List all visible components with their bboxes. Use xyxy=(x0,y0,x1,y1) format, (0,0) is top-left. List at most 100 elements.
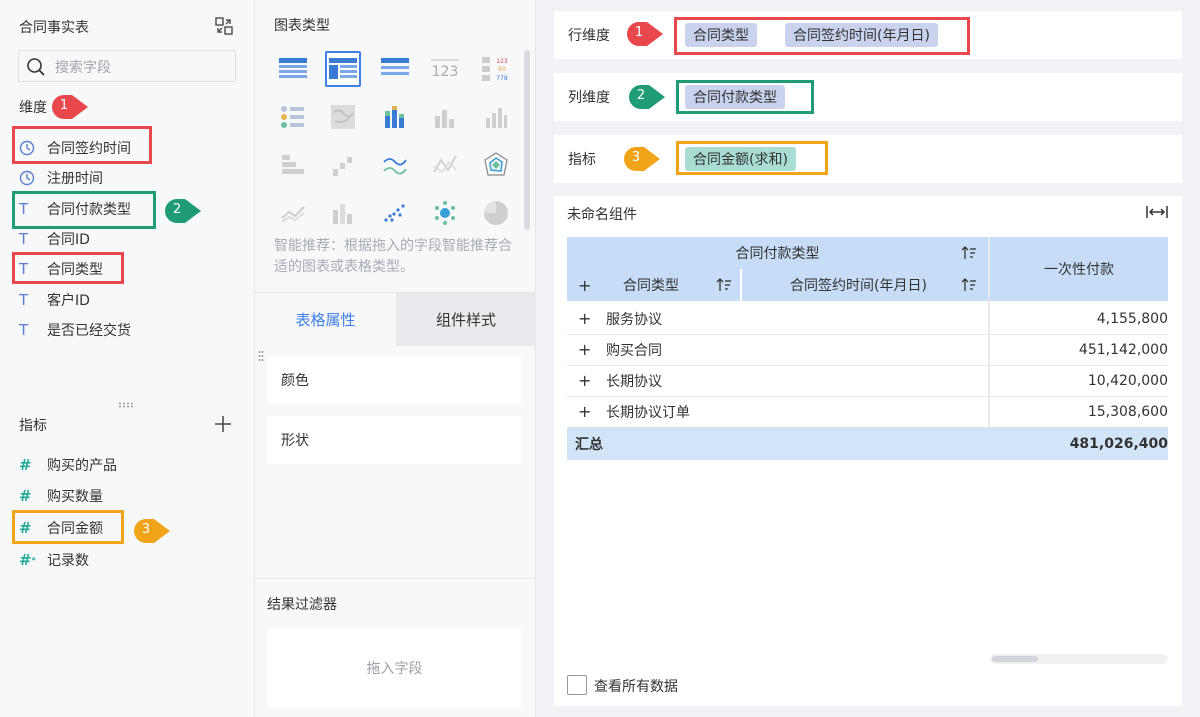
chart-type-title: 图表类型 xyxy=(274,18,330,34)
header-row-sign-date[interactable]: 合同签约时间(年月日) xyxy=(742,269,988,301)
expand-plus-icon[interactable]: + xyxy=(578,371,591,390)
callout-marker: 2 xyxy=(164,198,201,224)
callout-marker: 1 xyxy=(626,21,663,47)
field-label: 记录数 xyxy=(47,553,89,569)
expand-plus-icon[interactable]: + xyxy=(578,309,591,328)
highlight-box xyxy=(676,80,814,114)
highlight-box xyxy=(12,191,156,229)
hash-icon: # xyxy=(19,487,32,505)
clock-icon xyxy=(19,170,39,186)
sort-icon[interactable] xyxy=(961,277,977,293)
hash-star-icon: # * xyxy=(19,551,36,569)
field-label: 合同ID xyxy=(47,232,90,248)
shape-property[interactable]: 形状 xyxy=(267,416,522,464)
field-panel: 合同事实表 搜索字段 维度 合同签约时间 注册时间 T 合同付款类型 T 合同I… xyxy=(0,0,255,717)
header-value-one-time-payment[interactable]: 一次性付款 xyxy=(990,237,1168,301)
chart-type-detail-table-icon[interactable] xyxy=(275,51,311,87)
smart-recommend-tip: 智能推荐：根据拖入的字段智能推荐合适的图表或表格类型。 xyxy=(274,238,512,275)
sort-icon[interactable] xyxy=(716,277,732,293)
text-type-icon: T xyxy=(19,230,29,248)
chart-type-column-alt-icon[interactable] xyxy=(478,99,514,135)
dataset-title: 合同事实表 xyxy=(19,20,89,36)
panel-resize-grip-icon[interactable] xyxy=(118,402,136,408)
chart-type-stacked-bar-icon[interactable] xyxy=(377,99,413,135)
chart-type-polyline-icon[interactable] xyxy=(427,147,463,183)
widget-title: 未命名组件 xyxy=(567,207,637,223)
callout-marker: 1 xyxy=(51,94,88,120)
chart-type-bubble-icon[interactable] xyxy=(427,195,463,231)
chart-type-heat-table-icon[interactable] xyxy=(275,147,311,183)
sort-icon[interactable] xyxy=(961,245,977,261)
property-tabs: 表格属性 组件样式 xyxy=(255,292,536,346)
table-horizontal-scrollbar[interactable] xyxy=(990,654,1168,664)
field-item-customer-id[interactable]: T 客户ID xyxy=(19,288,90,312)
highlight-box xyxy=(12,126,152,164)
tab-component-style[interactable]: 组件样式 xyxy=(396,293,536,346)
result-filter-title: 结果过滤器 xyxy=(267,597,337,613)
callout-marker: 3 xyxy=(623,146,660,172)
callout-marker: 3 xyxy=(133,518,170,544)
expand-plus-icon[interactable]: + xyxy=(578,276,591,295)
field-item-purchased-product[interactable]: # 购买的产品 xyxy=(19,453,117,477)
highlight-box xyxy=(674,17,970,55)
measure-section-label: 指标 xyxy=(19,418,47,434)
highlight-box xyxy=(676,141,828,175)
cross-table: 合同付款类型 一次性付款 + 合同类型 合同签约时间(年月日) + 服务协议 4… xyxy=(567,237,1168,460)
field-label: 购买的产品 xyxy=(47,458,117,474)
expand-plus-icon[interactable]: + xyxy=(578,340,591,359)
field-label: 注册时间 xyxy=(47,171,103,187)
color-property[interactable]: 颜色 xyxy=(267,356,522,404)
field-label: 是否已经交货 xyxy=(47,323,131,339)
view-all-data-checkbox[interactable] xyxy=(567,675,587,695)
search-icon xyxy=(27,58,45,76)
text-type-icon: T xyxy=(19,291,29,309)
table-row[interactable]: + 长期协议订单 15,308,600 xyxy=(567,396,1168,427)
chart-type-cross-table-icon[interactable] xyxy=(325,51,361,87)
scrollbar-thumb[interactable] xyxy=(992,656,1038,662)
view-all-data-label: 查看所有数据 xyxy=(594,679,678,695)
chart-type-pie-icon[interactable] xyxy=(478,195,514,231)
search-field-input[interactable]: 搜索字段 xyxy=(18,50,236,82)
chart-type-kpi-icon[interactable]: 123 xyxy=(427,51,463,87)
column-dimension-label: 列维度 xyxy=(568,90,610,106)
chart-type-scatter-icon[interactable] xyxy=(377,195,413,231)
chart-type-group-table-icon[interactable] xyxy=(377,51,413,87)
filter-drop-zone[interactable]: 拖入字段 xyxy=(267,628,522,708)
field-item-delivered[interactable]: T 是否已经交货 xyxy=(19,318,131,342)
chart-type-area-icon[interactable] xyxy=(275,195,311,231)
tab-table-properties[interactable]: 表格属性 xyxy=(255,293,396,346)
switch-dataset-icon[interactable] xyxy=(214,16,234,36)
chart-type-column-icon[interactable] xyxy=(427,99,463,135)
measure-shelf-label: 指标 xyxy=(568,152,596,168)
header-row-contract-type[interactable]: + 合同类型 xyxy=(567,269,740,301)
chart-type-waterfall-icon[interactable] xyxy=(325,147,361,183)
callout-marker: 2 xyxy=(628,84,665,110)
field-label: 客户ID xyxy=(47,293,90,309)
field-item-register-time[interactable]: 注册时间 xyxy=(19,166,103,190)
dimension-section-label: 维度 xyxy=(19,100,47,116)
highlight-box xyxy=(12,252,124,284)
chart-type-color-table-icon[interactable]: 123 60 778 xyxy=(478,51,514,87)
resize-grip-icon[interactable] xyxy=(258,350,264,364)
field-item-record-count[interactable]: # * 记录数 xyxy=(19,548,89,572)
field-item-purchase-quantity[interactable]: # 购买数量 xyxy=(19,484,103,508)
chart-type-combo-icon[interactable] xyxy=(325,195,361,231)
header-col-dimension[interactable]: 合同付款类型 xyxy=(567,237,988,269)
table-row[interactable]: + 服务协议 4,155,800 xyxy=(567,303,1168,334)
total-row: 汇总 481,026,400 xyxy=(567,427,1168,460)
chart-type-line-icon[interactable] xyxy=(377,147,413,183)
field-label: 购买数量 xyxy=(47,489,103,505)
add-measure-icon[interactable] xyxy=(214,415,232,433)
expand-plus-icon[interactable]: + xyxy=(578,402,591,421)
chart-type-list-icon[interactable] xyxy=(275,99,311,135)
column-width-expand-icon[interactable] xyxy=(1146,205,1168,219)
chart-type-scrollbar[interactable] xyxy=(524,50,530,230)
chart-type-radar-icon[interactable] xyxy=(478,147,514,183)
svg-text:778: 778 xyxy=(496,75,508,82)
highlight-box xyxy=(12,510,124,544)
table-row[interactable]: + 购买合同 451,142,000 xyxy=(567,334,1168,365)
table-row[interactable]: + 长期协议 10,420,000 xyxy=(567,365,1168,396)
chart-type-map-icon[interactable] xyxy=(325,99,361,135)
svg-text:60: 60 xyxy=(498,66,506,73)
field-item-contract-id[interactable]: T 合同ID xyxy=(19,227,90,251)
